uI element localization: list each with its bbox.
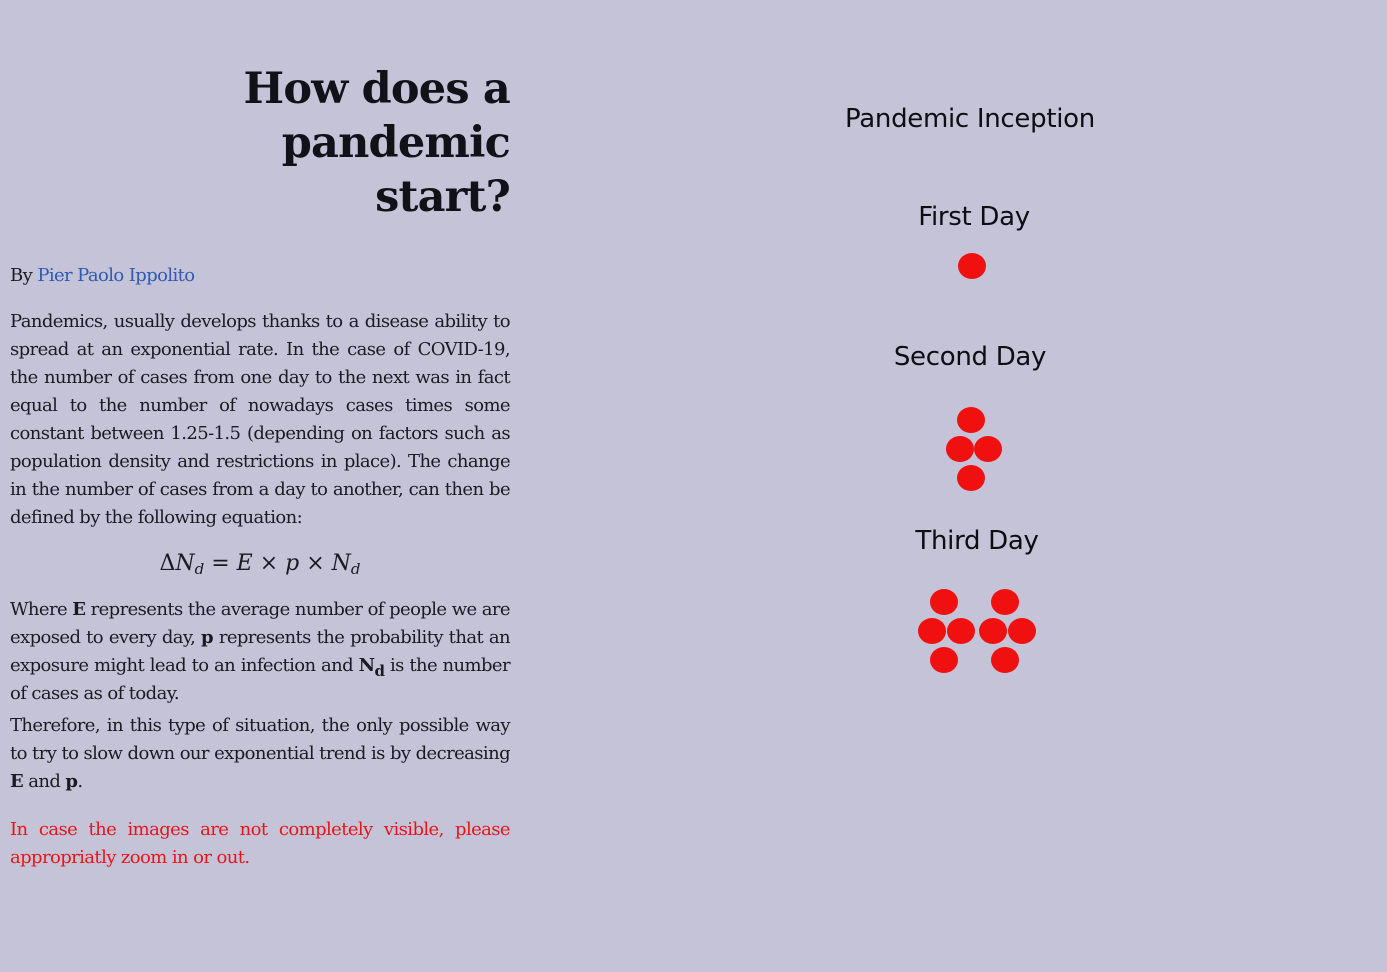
eq-n: N <box>175 551 195 576</box>
eq-equals: = <box>204 551 237 576</box>
case-dot <box>957 407 985 433</box>
therefore-paragraph: Therefore, in this type of situation, th… <box>10 712 511 796</box>
therefore-e: E <box>10 771 24 792</box>
therefore-text-1: Therefore, in this type of situation, th… <box>10 715 511 764</box>
case-dot <box>930 589 958 615</box>
author-link[interactable]: Pier Paolo Ippolito <box>37 265 195 286</box>
day-3-label: Third Day <box>915 526 1039 556</box>
case-dot <box>930 647 958 673</box>
case-dot <box>979 618 1007 644</box>
pandemic-inception-figure: Pandemic Inception First Day Second Day … <box>760 90 1180 710</box>
where-sub: d <box>374 662 385 680</box>
eq-delta: Δ <box>159 551 176 576</box>
zoom-warning: In case the images are not completely vi… <box>10 819 511 868</box>
eq-times-1: × <box>252 551 286 576</box>
eq-p: p <box>285 551 300 576</box>
case-dot <box>1008 618 1036 644</box>
eq-e: E <box>236 551 253 576</box>
article: How does a pandemic start? By Pier Paolo… <box>10 62 511 872</box>
therefore-text-2: and <box>23 771 66 792</box>
where-e: E <box>72 599 86 620</box>
where-paragraph: Where E represents the average number of… <box>10 596 511 708</box>
case-dot <box>957 465 985 491</box>
eq-sub-2: d <box>350 560 361 578</box>
eq-n-2: N <box>331 551 351 576</box>
case-dot <box>991 647 1019 673</box>
day-2-label: Second Day <box>893 342 1047 372</box>
title-line-2: start? <box>375 172 511 222</box>
intro-paragraph: Pandemics, usually develops thanks to a … <box>10 311 511 528</box>
where-n: N <box>358 655 375 676</box>
case-dot <box>991 589 1019 615</box>
byline: By Pier Paolo Ippolito <box>10 264 510 288</box>
where-text-1: Where <box>10 599 73 620</box>
case-dot <box>946 436 974 462</box>
where-p: p <box>201 627 214 648</box>
therefore-text-3: . <box>77 771 83 792</box>
growth-equation: ΔNd = E × p × Nd <box>10 550 510 578</box>
eq-times-2: × <box>299 551 332 576</box>
therefore-p: p <box>65 771 78 792</box>
eq-sub: d <box>194 560 205 578</box>
page-title: How does a pandemic start? <box>10 62 511 224</box>
byline-prefix: By <box>10 265 38 286</box>
title-line-1: How does a pandemic <box>243 64 511 168</box>
case-dot <box>947 618 975 644</box>
day-1-label: First Day <box>918 202 1030 232</box>
case-dot <box>958 253 986 279</box>
figure-title: Pandemic Inception <box>845 104 1095 134</box>
case-dot <box>918 618 946 644</box>
case-dot <box>974 436 1002 462</box>
